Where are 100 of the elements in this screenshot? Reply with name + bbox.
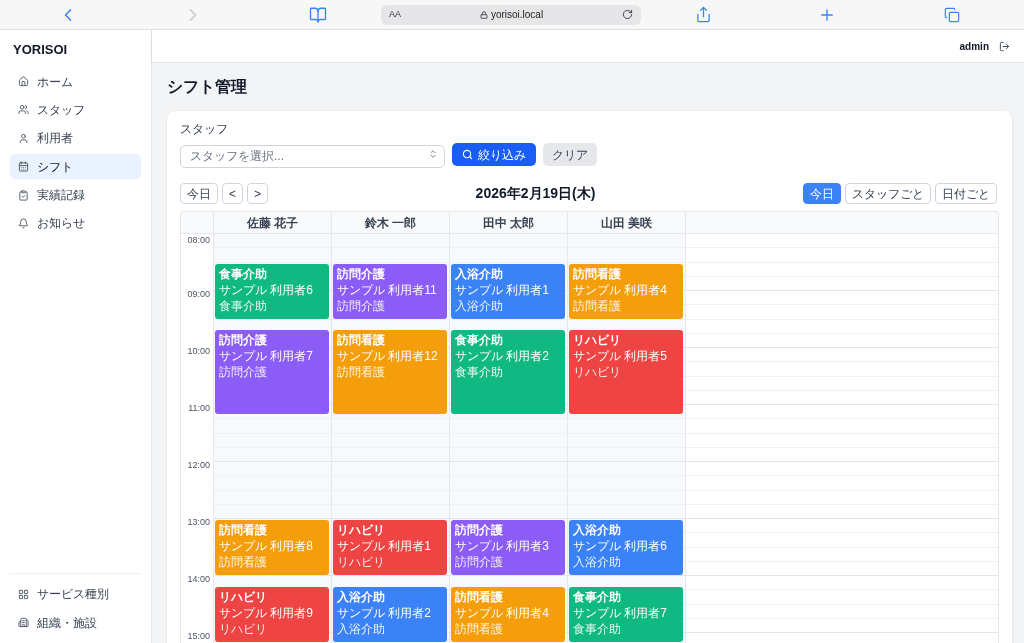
next-button[interactable]: >: [247, 183, 269, 204]
sidebar-item[interactable]: 組織・施設: [10, 610, 141, 635]
field-label: スタッフ: [180, 122, 229, 137]
today-button[interactable]: 今日: [180, 183, 218, 204]
previous-button[interactable]: <: [222, 183, 243, 204]
event-client: サンプル 利用者6: [219, 281, 313, 298]
share-icon[interactable]: [695, 6, 712, 23]
clipboard-check-icon: [18, 189, 29, 201]
event-service: 入浴介助: [573, 554, 621, 570]
event-client: サンプル 利用者2: [337, 604, 431, 621]
event-service: 訪問看護: [573, 297, 621, 314]
event-title: 訪問看護: [219, 522, 267, 538]
time-label: 13:00: [187, 517, 210, 527]
event-service: 入浴介助: [455, 297, 503, 314]
view-button[interactable]: スタッフごと: [845, 183, 931, 204]
shift-event[interactable]: 訪問介護 サンプル 利用者11 訪問介護: [333, 263, 447, 319]
event-service: 訪問介護: [337, 297, 385, 314]
sidebar-item[interactable]: 利用者: [10, 125, 141, 151]
view-button[interactable]: 日付ごと: [935, 183, 997, 204]
shift-event[interactable]: 入浴介助 サンプル 利用者6 入浴介助: [569, 520, 683, 575]
book-icon[interactable]: [309, 5, 327, 24]
event-client: サンプル 利用者1: [455, 281, 549, 298]
address-bar[interactable]: AA yorisoi.local: [381, 4, 641, 25]
logout-icon[interactable]: [999, 40, 1010, 52]
event-title: リハビリ: [573, 332, 621, 348]
event-client: サンプル 利用者7: [573, 604, 667, 621]
event-service: リハビリ: [573, 364, 621, 380]
sidebar-item[interactable]: 実績記録: [10, 182, 141, 208]
sidebar-item[interactable]: スタッフ: [10, 97, 141, 123]
reload-icon[interactable]: [622, 9, 633, 20]
event-client: サンプル 利用者11: [337, 281, 437, 298]
event-title: 食事介助: [455, 332, 503, 348]
shift-event[interactable]: 訪問介護 サンプル 利用者7 訪問介護: [215, 330, 329, 414]
event-title: 入浴介助: [337, 588, 385, 605]
sidebar-item[interactable]: お知らせ: [10, 210, 141, 236]
event-client: サンプル 利用者4: [455, 604, 549, 621]
time-label: 11:00: [188, 403, 210, 413]
sidebar-item[interactable]: ホーム: [10, 69, 141, 94]
event-client: サンプル 利用者4: [573, 281, 667, 298]
event-service: 訪問介護: [219, 364, 267, 380]
clear-button[interactable]: クリア: [543, 143, 597, 166]
home-icon: [18, 76, 29, 87]
event-title: 訪問介護: [219, 332, 267, 348]
shift-event[interactable]: リハビリ サンプル 利用者5 リハビリ: [569, 330, 683, 414]
user-name: admin: [959, 39, 989, 54]
event-title: リハビリ: [337, 522, 385, 538]
users-icon: [18, 104, 29, 116]
event-service: 訪問看護: [337, 364, 385, 380]
filter-button[interactable]: 絞り込み: [452, 143, 536, 166]
url-text: yorisoi.local: [490, 8, 544, 22]
bell-icon: [18, 217, 29, 229]
event-client: サンプル 利用者7: [219, 348, 313, 364]
building-icon: [18, 617, 29, 628]
event-title: 食事介助: [219, 265, 267, 282]
calendar-icon: [18, 161, 29, 173]
event-service: 食事介助: [573, 620, 621, 637]
user-icon: [18, 132, 29, 144]
time-label: 10:00: [187, 346, 210, 356]
event-title: 訪問看護: [455, 588, 503, 605]
shift-event[interactable]: 訪問介護 サンプル 利用者3 訪問介護: [451, 520, 565, 575]
event-service: 訪問看護: [219, 554, 267, 570]
shift-event[interactable]: リハビリ サンプル 利用者9 リハビリ: [215, 586, 329, 642]
calendar-date: 2026年2月19日(木): [475, 184, 596, 203]
staff-name: 田中 太郎: [482, 214, 535, 232]
event-service: リハビリ: [219, 620, 267, 637]
search-icon: [462, 149, 473, 160]
shift-event[interactable]: 入浴介助 サンプル 利用者2 入浴介助: [333, 586, 447, 642]
event-service: 食事介助: [219, 297, 267, 314]
staff-select[interactable]: スタッフを選択...: [180, 144, 445, 168]
event-title: 食事介助: [573, 588, 621, 605]
shift-event[interactable]: 入浴介助 サンプル 利用者1 入浴介助: [451, 263, 565, 319]
event-client: サンプル 利用者1: [337, 538, 431, 554]
stacked-squares-icon[interactable]: [944, 6, 960, 23]
time-label: 08:00: [187, 235, 210, 245]
time-label: 12:00: [187, 460, 210, 470]
event-service: 入浴介助: [337, 620, 385, 637]
sidebar-item[interactable]: シフト: [10, 154, 141, 180]
page-title: シフト管理: [167, 77, 248, 97]
event-title: リハビリ: [219, 588, 267, 605]
staff-name: 山田 美咲: [600, 214, 653, 232]
staff-name: 鈴木 一郎: [364, 214, 417, 232]
time-label: 14:00: [187, 574, 210, 584]
view-button[interactable]: 今日: [803, 183, 841, 204]
app-logo: YORISOI: [13, 42, 68, 57]
grid-icon: [18, 588, 29, 600]
event-title: 入浴介助: [455, 265, 503, 282]
event-title: 訪問介護: [337, 265, 385, 282]
reader-button[interactable]: AA: [389, 7, 401, 22]
event-service: 食事介助: [455, 364, 503, 380]
event-client: サンプル 利用者3: [455, 538, 549, 554]
lock-icon: [479, 10, 488, 19]
sidebar-item[interactable]: サービス種別: [10, 581, 141, 607]
event-title: 訪問看護: [573, 265, 621, 282]
event-client: サンプル 利用者2: [455, 348, 549, 364]
staff-name: 佐藤 花子: [246, 214, 299, 232]
event-client: サンプル 利用者8: [219, 538, 313, 554]
event-title: 訪問介護: [455, 522, 503, 538]
event-title: 入浴介助: [573, 522, 621, 538]
event-client: サンプル 利用者9: [219, 604, 313, 621]
shift-event[interactable]: リハビリ サンプル 利用者1 リハビリ: [333, 520, 447, 575]
